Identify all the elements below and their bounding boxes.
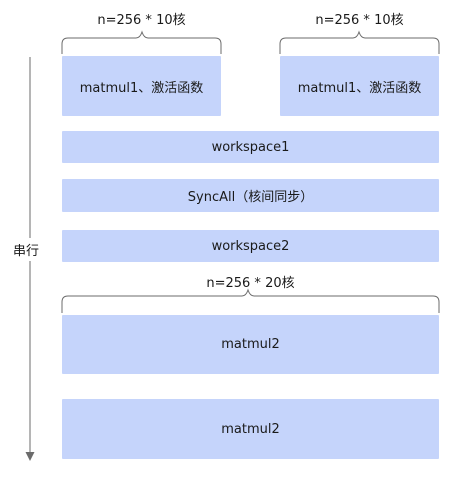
- matmul1-right-box: matmul1、激活函数: [280, 56, 439, 116]
- matmul2-a-text: matmul2: [221, 337, 280, 352]
- brace-bottom: [61, 288, 440, 313]
- syncall-box: SyncAll（核间同步）: [62, 179, 439, 212]
- syncall-text: SyncAll（核间同步）: [187, 190, 314, 205]
- workspace1-text: workspace1: [211, 139, 290, 155]
- workspace2-box: workspace2: [62, 230, 439, 262]
- brace-left-top: [61, 30, 222, 54]
- matmul2-box-a: matmul2: [62, 315, 439, 374]
- matmul1-left-box: matmul1、激活函数: [62, 56, 221, 116]
- brace-label-left-top: n=256 * 10核: [97, 13, 186, 28]
- timeline-arrowhead: [25, 452, 35, 461]
- workspace2-text: workspace2: [211, 238, 290, 254]
- workspace1-box: workspace1: [62, 131, 439, 163]
- brace-label-bottom: n=256 * 20核: [206, 276, 295, 291]
- matmul2-box-b: matmul2: [62, 399, 439, 459]
- brace-right-top: [279, 30, 440, 54]
- brace-label-right-top: n=256 * 10核: [315, 13, 404, 28]
- matmul2-b-text: matmul2: [221, 421, 280, 437]
- matmul1-right-text: matmul1、激活函数: [297, 80, 422, 96]
- matmul1-left-text: matmul1、激活函数: [79, 80, 204, 96]
- timeline-label: 串行: [13, 238, 40, 261]
